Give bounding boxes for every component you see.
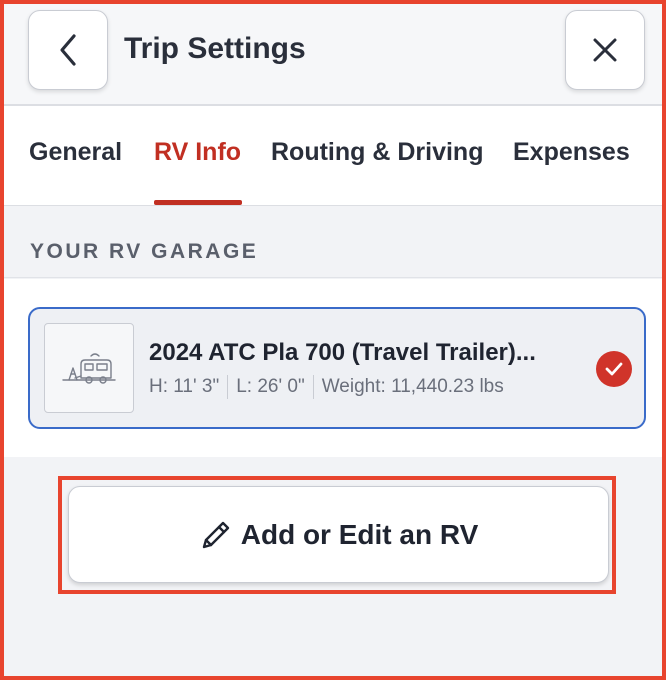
add-or-edit-rv-button[interactable]: Add or Edit an RV: [68, 486, 609, 583]
tab-general[interactable]: General: [29, 138, 122, 167]
trip-settings-panel: Trip Settings General RV Info Routing & …: [0, 0, 666, 680]
page-title: Trip Settings: [124, 32, 306, 65]
spec-divider: [312, 375, 314, 399]
tab-rv-info[interactable]: RV Info: [154, 138, 241, 167]
close-button[interactable]: [565, 10, 645, 90]
rv-garage-header: YOUR RV GARAGE: [4, 206, 662, 278]
back-button[interactable]: [28, 10, 108, 90]
rv-length: L: 26' 0": [236, 376, 305, 397]
tab-expenses[interactable]: Expenses: [513, 138, 630, 167]
chevron-left-icon: [60, 34, 76, 66]
selected-check-icon: [596, 351, 632, 387]
rv-card[interactable]: 2024 ATC Pla 700 (Travel Trailer)... H: …: [28, 307, 646, 429]
rv-list: 2024 ATC Pla 700 (Travel Trailer)... H: …: [4, 279, 662, 457]
add-or-edit-rv-label: Add or Edit an RV: [240, 518, 479, 550]
spec-divider: [227, 375, 229, 399]
rv-thumbnail: [44, 323, 134, 413]
rv-name: 2024 ATC Pla 700 (Travel Trailer)...: [149, 339, 536, 366]
tab-bar: General RV Info Routing & Driving Expens…: [4, 106, 662, 206]
pencil-icon: [202, 521, 229, 548]
section-label: YOUR RV GARAGE: [30, 240, 259, 263]
close-icon: [593, 38, 617, 62]
tab-routing-driving[interactable]: Routing & Driving: [271, 138, 483, 167]
header: Trip Settings: [4, 4, 662, 106]
rv-specs: H: 11' 3" L: 26' 0" Weight: 11,440.23 lb…: [149, 375, 504, 399]
travel-trailer-icon: [62, 353, 116, 384]
rv-weight: Weight: 11,440.23 lbs: [321, 376, 504, 397]
rv-height: H: 11' 3": [149, 376, 220, 397]
active-tab-indicator: [154, 200, 242, 205]
